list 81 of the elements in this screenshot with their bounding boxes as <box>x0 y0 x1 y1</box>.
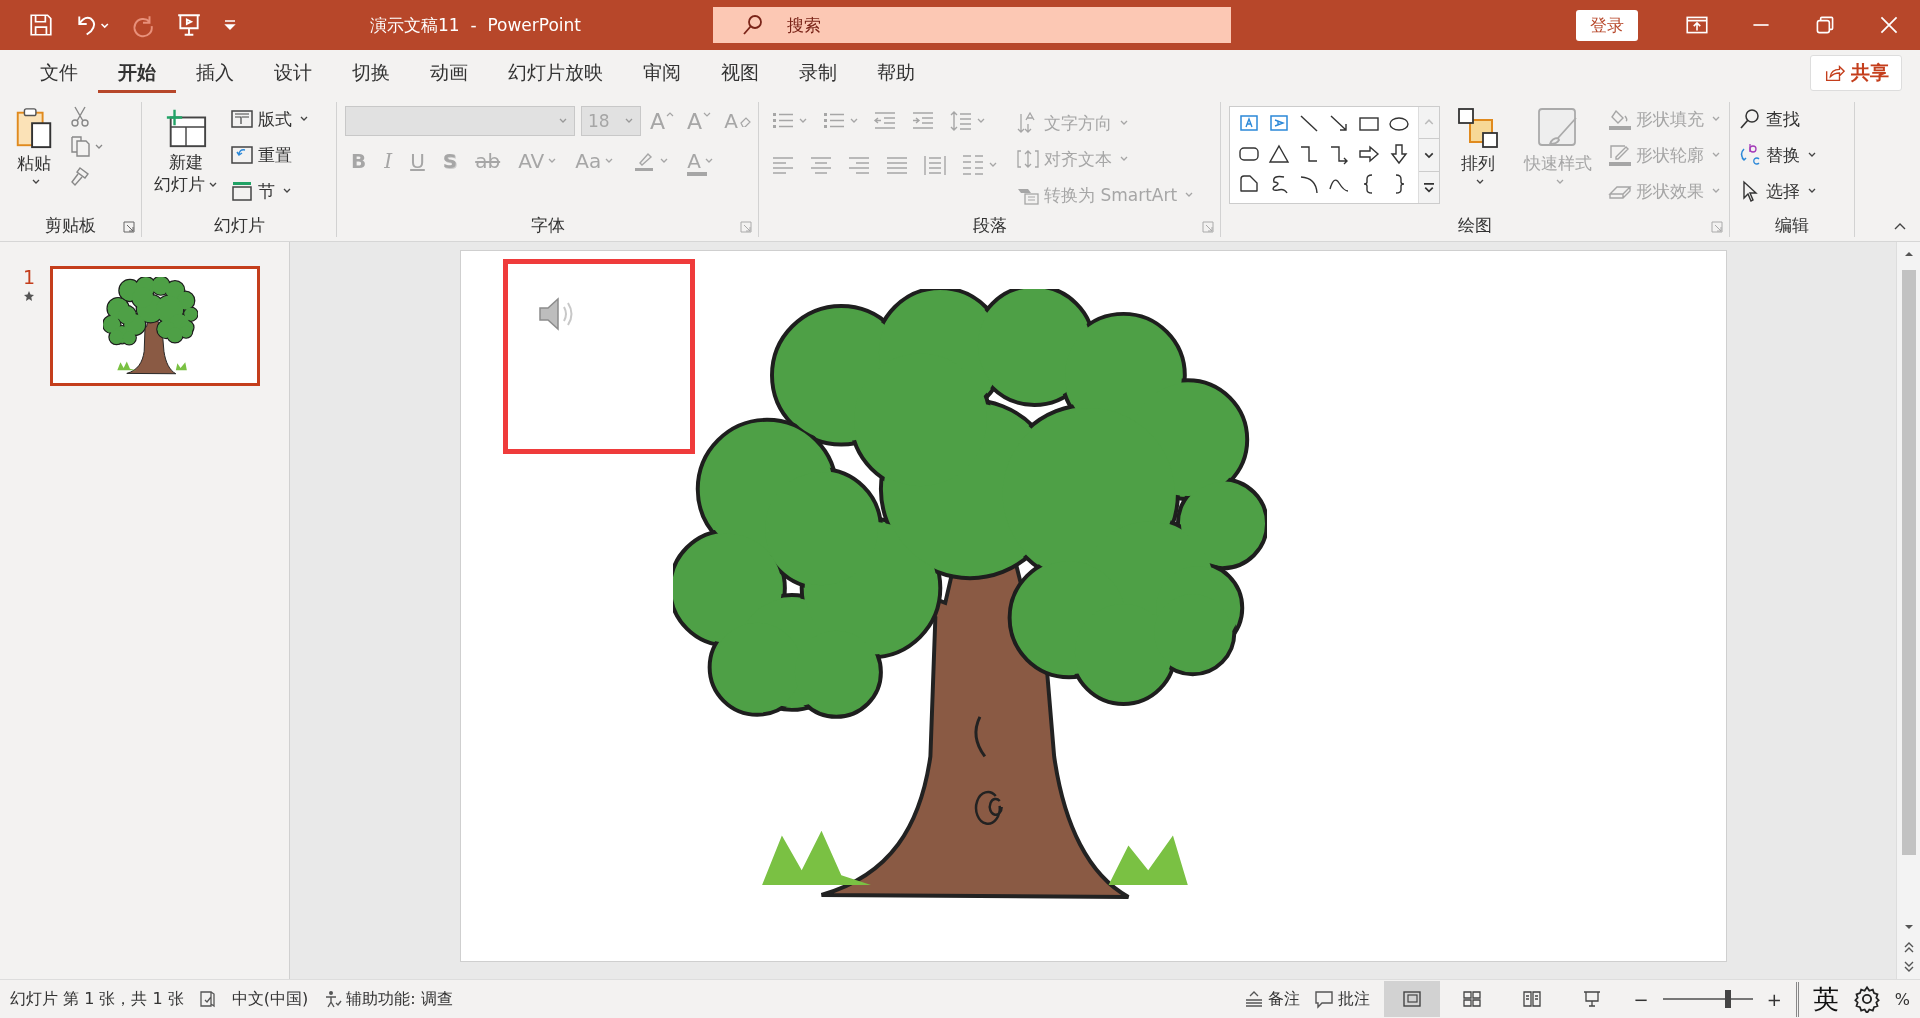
editing-button[interactable]: 替换 <box>1738 140 1817 170</box>
zoom-in-button[interactable]: + <box>1766 988 1782 1010</box>
scissors-icon[interactable] <box>68 104 92 128</box>
accessibility-button[interactable]: 辅助功能: 调查 <box>322 988 453 1010</box>
ribbon-tab[interactable]: 设计 <box>254 53 332 93</box>
language-label[interactable]: 中文(中国) <box>231 988 309 1010</box>
slide-option-button[interactable]: 版式 <box>230 104 309 134</box>
arrange-icon <box>1456 106 1501 150</box>
ribbon-tab[interactable]: 动画 <box>410 53 488 93</box>
scroll-thumb[interactable] <box>1901 270 1916 855</box>
ribbon-tab[interactable]: 录制 <box>779 53 857 93</box>
notes-icon <box>1243 989 1264 1009</box>
reset-icon <box>230 143 254 167</box>
ribbon-tab[interactable]: 切换 <box>332 53 410 93</box>
comments-button[interactable]: 批注 <box>1313 988 1370 1010</box>
ribbon-tab[interactable]: 帮助 <box>857 53 935 93</box>
ribbon-tab[interactable]: 幻灯片放映 <box>488 53 623 93</box>
slide-thumbnail[interactable] <box>50 266 260 386</box>
grid-view-icon <box>1461 989 1482 1009</box>
settings-icon[interactable] <box>1852 985 1881 1013</box>
columns-icon <box>961 153 985 177</box>
editing-button[interactable]: 选择 <box>1738 176 1817 206</box>
elbow-connector-icon[interactable] <box>1298 143 1320 165</box>
copy-icon[interactable] <box>68 134 104 158</box>
ribbon-tab[interactable]: 文件 <box>20 53 98 93</box>
down-arrow-icon[interactable] <box>1388 143 1410 165</box>
group-label: 幻灯片 <box>213 213 265 237</box>
search-icon <box>741 13 765 37</box>
animation-star-icon <box>23 290 35 302</box>
triangle-icon[interactable] <box>1268 143 1290 165</box>
paste-button[interactable]: 粘贴 <box>8 102 60 191</box>
comment-icon <box>1313 989 1334 1009</box>
ribbon-tab[interactable]: 开始 <box>98 53 176 93</box>
ribbon-tab[interactable]: 插入 <box>176 53 254 93</box>
section-icon <box>230 179 254 203</box>
window-title: 演示文稿11 - PowerPoint <box>369 13 582 37</box>
notes-button[interactable]: 备注 <box>1243 988 1300 1010</box>
elbow-arrow-icon[interactable] <box>1328 143 1350 165</box>
ribbon-tab[interactable]: 审阅 <box>623 53 701 93</box>
search-field[interactable]: 搜索 <box>713 7 1231 43</box>
freeform-icon[interactable] <box>1238 173 1260 195</box>
sign-in-button[interactable]: 登录 <box>1576 9 1638 41</box>
normal-view-icon <box>1401 989 1422 1009</box>
view-button[interactable] <box>1383 981 1440 1017</box>
arrange-button[interactable]: 排列 <box>1448 102 1509 191</box>
group-label: 字体 <box>530 213 565 237</box>
right-arrow-icon[interactable] <box>1358 143 1380 165</box>
align-text-icon <box>1016 147 1040 171</box>
paint-bucket-icon <box>1608 107 1632 131</box>
book-icon <box>1521 989 1542 1009</box>
more-shapes-icon[interactable] <box>1419 170 1439 203</box>
input-method-indicator[interactable]: 英 <box>1795 981 1839 1017</box>
layout-icon <box>230 107 254 131</box>
presentation-icon[interactable] <box>176 12 202 38</box>
editing-button[interactable]: 查找 <box>1738 104 1817 134</box>
save-icon[interactable] <box>28 12 54 38</box>
group-label: 绘图 <box>1458 213 1492 237</box>
zoom-percent[interactable]: % <box>1894 989 1910 1009</box>
scroll-down-icon[interactable] <box>1419 138 1439 171</box>
slide-counter: 幻灯片 第 1 张，共 1 张 <box>10 988 184 1010</box>
replace-icon <box>1738 143 1762 167</box>
slide-option-button[interactable]: 重置 <box>230 140 309 170</box>
zoom-out-button[interactable]: − <box>1633 988 1649 1010</box>
color-bar-icon <box>687 172 708 176</box>
new-slide-button[interactable]: 新建 幻灯片 <box>150 102 222 199</box>
slide-number: 1 <box>22 266 36 288</box>
ribbon-tab[interactable]: 视图 <box>701 53 779 93</box>
search-icon <box>1738 107 1762 131</box>
arc-icon[interactable] <box>1298 173 1320 195</box>
distribute-icon <box>923 153 947 177</box>
group-label: 编辑 <box>1775 213 1809 237</box>
share-button[interactable]: 共享 <box>1810 55 1902 91</box>
group-label: 剪贴板 <box>45 213 96 237</box>
spell-check-book-icon[interactable] <box>197 989 218 1009</box>
group-label: 段落 <box>972 213 1007 237</box>
line-spacing-icon <box>949 109 973 133</box>
slide-option-button[interactable]: 节 <box>230 176 309 206</box>
presentation-icon <box>1581 989 1602 1009</box>
dialog-launcher-icon[interactable] <box>123 221 135 233</box>
pencil-outline-icon <box>1608 143 1632 167</box>
eraser-icon <box>738 115 751 127</box>
